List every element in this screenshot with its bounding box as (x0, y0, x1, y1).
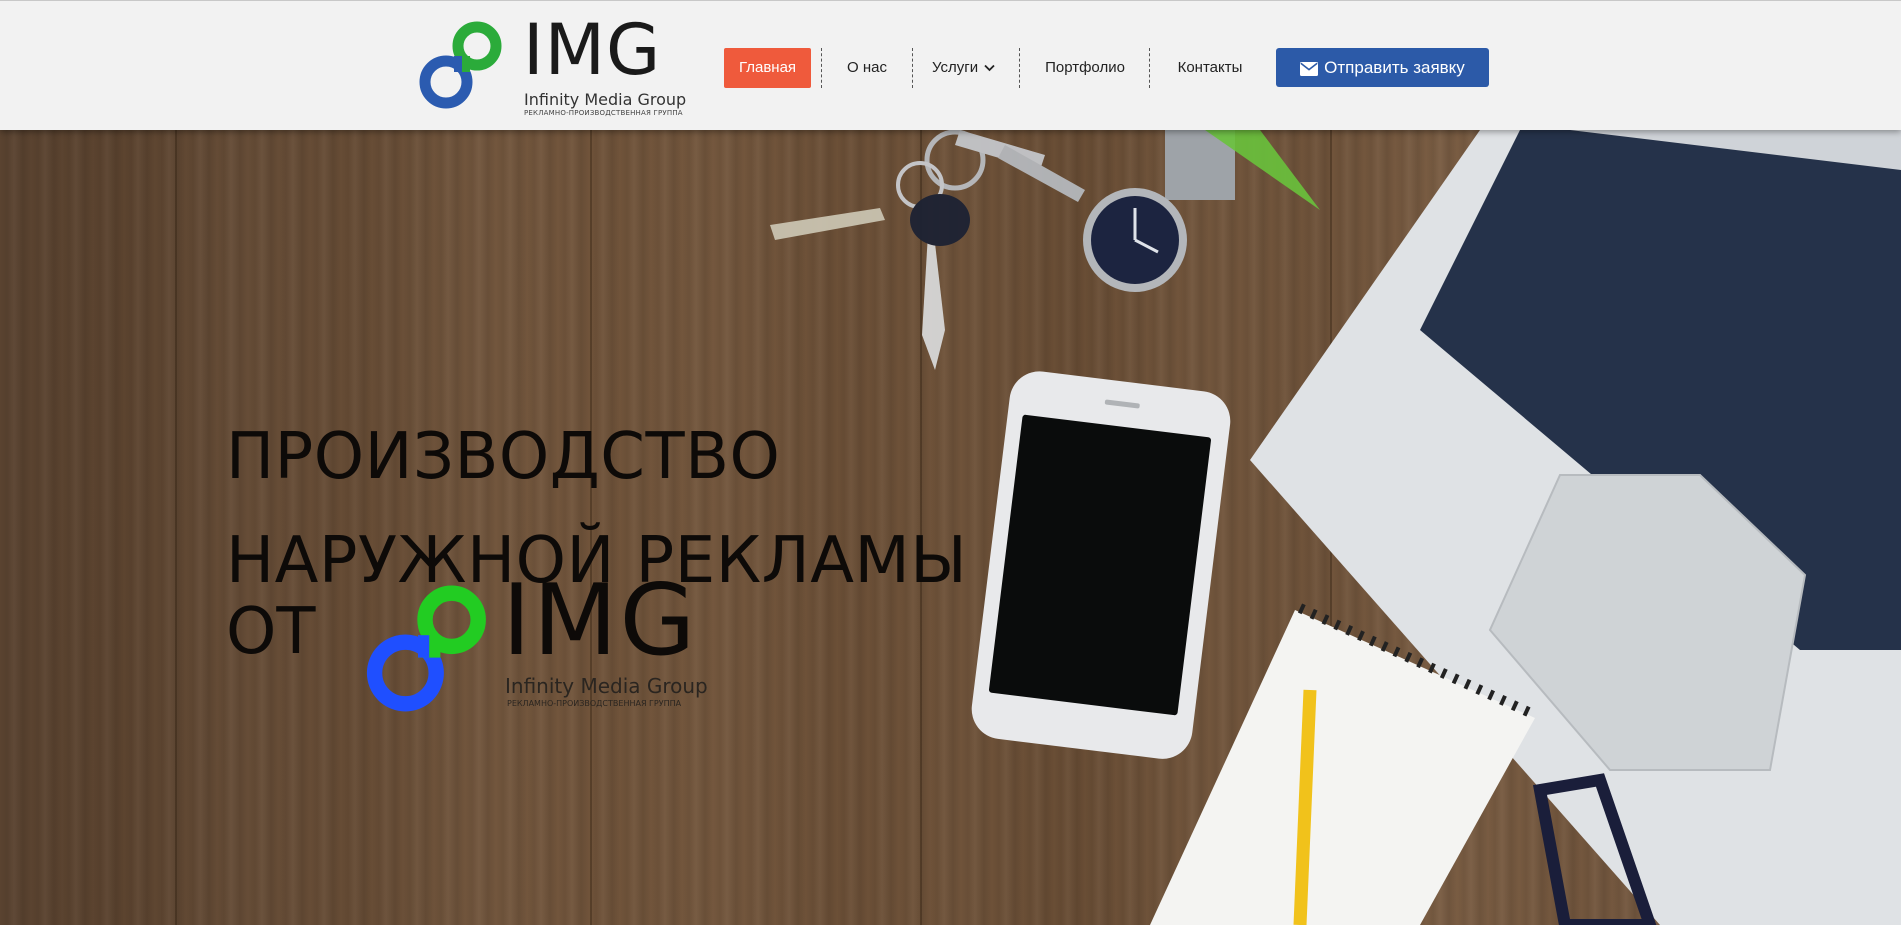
nav-divider (1149, 48, 1150, 88)
hero-heading-line1: ПРОИЗВОДСТВО (226, 420, 781, 494)
keys-image (770, 130, 1085, 370)
chevron-down-icon (984, 64, 995, 72)
nav-divider (1019, 48, 1020, 88)
main-nav: Главная О нас Услуги Портфолио Контакты (0, 48, 1901, 88)
smartphone-image (971, 371, 1231, 759)
send-request-button[interactable]: Отправить заявку (1276, 48, 1489, 87)
nav-item-services[interactable]: Услуги (932, 48, 1002, 88)
nav-item-services-label: Услуги (932, 59, 979, 76)
hero-brand-logo: IMG Infinity Media Group РЕКЛАМНО-ПРОИЗВ… (362, 568, 732, 752)
hero-logo-company-name: Infinity Media Group (505, 674, 708, 698)
logo-tagline: РЕКЛАМНО-ПРОИЗВОДСТВЕННАЯ ГРУППА (524, 109, 683, 117)
nav-item-home[interactable]: Главная (724, 48, 811, 88)
nav-item-contacts[interactable]: Контакты (1170, 48, 1250, 88)
hero-logo-tagline: РЕКЛАМНО-ПРОИЗВОДСТВЕННАЯ ГРУППА (507, 699, 682, 708)
hero-from-word: ОТ (226, 595, 316, 669)
send-request-label: Отправить заявку (1324, 58, 1465, 77)
hero-logo-wordmark: IMG (502, 564, 698, 678)
wristwatch-image (1083, 130, 1235, 292)
nav-item-about[interactable]: О нас (838, 48, 896, 88)
nav-item-portfolio[interactable]: Портфолио (1040, 48, 1130, 88)
infinity-logo-icon (366, 585, 486, 712)
nav-divider (912, 48, 913, 88)
hero-banner: ПРОИЗВОДСТВО НАРУЖНОЙ РЕКЛАМЫ ОТ IMG Inf… (0, 130, 1901, 925)
logo-company-name: Infinity Media Group (524, 90, 687, 109)
nav-divider (821, 48, 822, 88)
site-header: IMG Infinity Media Group РЕКЛАМНО-ПРОИЗВ… (0, 0, 1901, 130)
envelope-icon (1300, 62, 1319, 76)
